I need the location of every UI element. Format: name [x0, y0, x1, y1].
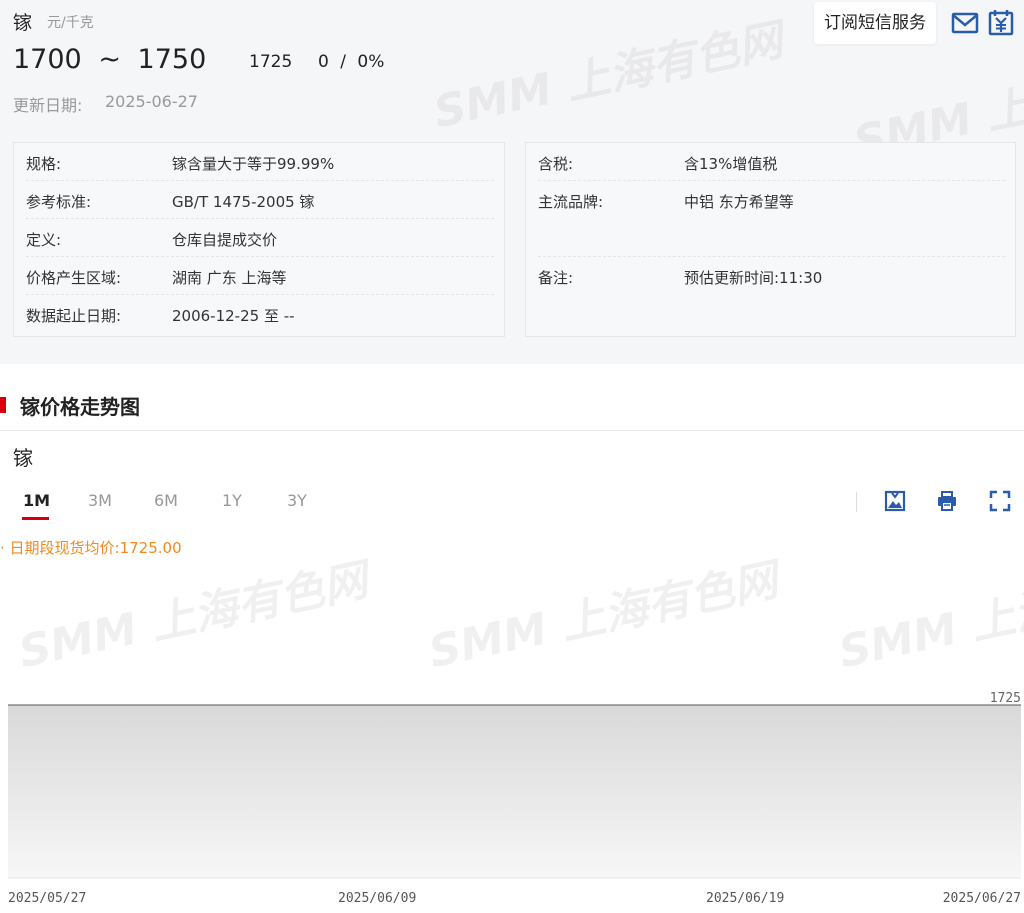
spec-label: 参考标准:: [26, 193, 92, 211]
spec-value: 湖南 广东 上海等: [172, 269, 287, 287]
average-price: 1725: [249, 52, 293, 72]
price-range: 1700 ~ 1750: [13, 44, 206, 75]
section-title: 镓价格走势图: [20, 395, 140, 419]
tab-3m[interactable]: 3M: [88, 491, 112, 510]
image-download-icon[interactable]: [884, 490, 906, 512]
spec-row: 价格产生区域: 湖南 广东 上海等: [26, 257, 494, 295]
toolbar-divider: [856, 492, 857, 512]
spec-label: 含税:: [538, 155, 574, 173]
price-low: 1700: [13, 44, 82, 75]
section-divider: [0, 430, 1024, 431]
x-tick-label: 2025/05/27: [8, 891, 86, 906]
tab-3y[interactable]: 3Y: [287, 491, 307, 510]
chart-title: 镓: [13, 446, 33, 470]
change-separator: /: [340, 52, 346, 72]
spec-row: 规格: 镓含量大于等于99.99%: [26, 143, 494, 181]
spec-value: 镓含量大于等于99.99%: [172, 155, 335, 173]
spec-value: GB/T 1475-2005 镓: [172, 193, 315, 211]
x-tick-label: 2025/06/19: [706, 891, 784, 906]
active-tab-underline: [22, 517, 49, 520]
update-date: 2025-06-27: [105, 92, 198, 111]
price-area: [8, 705, 1021, 878]
spec-value: 仓库自提成交价: [172, 231, 278, 249]
tab-1m[interactable]: 1M: [23, 491, 50, 510]
spec-panel-left: 规格: 镓含量大于等于99.99% 参考标准: GB/T 1475-2005 镓…: [13, 142, 505, 337]
mail-icon[interactable]: [951, 9, 979, 37]
spec-label: 主流品牌:: [538, 193, 604, 211]
spec-value: 含13%增值税: [684, 155, 778, 173]
spec-label: 数据起止日期:: [26, 307, 122, 325]
spec-label: 备注:: [538, 269, 574, 287]
price-high: 1750: [137, 44, 207, 75]
spec-value: 2006-12-25 至 --: [172, 307, 295, 325]
change-value: 0: [318, 52, 329, 72]
price-trend-chart: 1725 2025/05/27 2025/06/09 2025/06/19 2025/0…: [8, 691, 1021, 906]
spec-row: 定义: 仓库自提成交价: [26, 219, 494, 257]
spec-label: 价格产生区域:: [26, 269, 122, 287]
spec-row: 参考标准: GB/T 1475-2005 镓: [26, 181, 494, 219]
x-tick-label: 2025/06/09: [338, 891, 416, 906]
tab-6m[interactable]: 6M: [154, 491, 178, 510]
spec-value: 预估更新时间:11:30: [684, 269, 823, 287]
price-unit: 元/千克: [47, 15, 94, 31]
y-tick-label: 1725: [990, 691, 1021, 706]
fullscreen-icon[interactable]: [989, 490, 1011, 512]
change-percent: 0%: [357, 52, 385, 72]
spec-row: 数据起止日期: 2006-12-25 至 --: [26, 295, 494, 333]
subscribe-sms-button[interactable]: 订阅短信服务: [814, 2, 936, 44]
average-price-legend: · 日期段现货均价:1725.00: [0, 539, 182, 557]
spec-row: 主流品牌: 中铝 东方希望等: [538, 181, 1005, 257]
x-tick-label: 2025/06/27: [943, 891, 1021, 906]
spec-label: 定义:: [26, 231, 62, 249]
spec-row: 含税: 含13%增值税: [538, 143, 1005, 181]
product-name: 镓: [13, 12, 33, 34]
section-accent-bar: [0, 397, 6, 413]
yuan-calendar-icon[interactable]: [987, 9, 1015, 37]
update-date-label: 更新日期:: [13, 96, 83, 115]
tab-1y[interactable]: 1Y: [222, 491, 242, 510]
spec-label: 规格:: [26, 155, 62, 173]
price-change: 0 / 0%: [318, 52, 384, 72]
spec-panel-right: 含税: 含13%增值税 主流品牌: 中铝 东方希望等 备注: 预估更新时间:11…: [525, 142, 1016, 337]
spec-row: 备注: 预估更新时间:11:30: [538, 257, 1005, 295]
price-range-separator: ~: [98, 44, 121, 75]
spec-value: 中铝 东方希望等: [684, 193, 794, 211]
print-icon[interactable]: [936, 490, 958, 512]
